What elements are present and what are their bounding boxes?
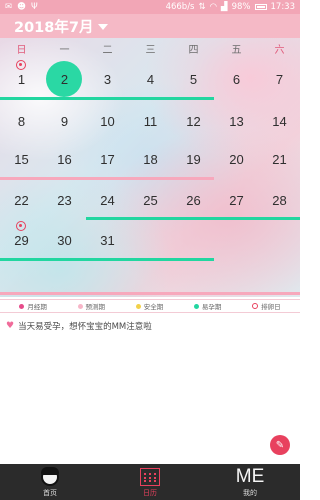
calendar-day[interactable]: 22: [0, 193, 43, 208]
calendar-day[interactable]: 2: [43, 72, 86, 87]
ovulation-day-icon: [16, 221, 26, 231]
message-icon: ✉: [5, 2, 13, 12]
network-speed: 466b/s: [165, 2, 195, 12]
calendar-header: 2018年7月: [0, 14, 300, 38]
fertile-period-bar: [86, 217, 300, 220]
edit-record-button[interactable]: ✎: [270, 435, 290, 455]
ovulation-ring-icon: [252, 303, 259, 309]
fertile-period-bar: [0, 258, 214, 261]
calendar-day[interactable]: 21: [258, 152, 301, 167]
calendar-day[interactable]: 19: [172, 152, 215, 167]
cat-icon: ☻: [17, 2, 26, 12]
weekday-label: 五: [231, 45, 242, 56]
legend-dot-icon: [135, 303, 141, 309]
calendar-day[interactable]: 30: [43, 233, 86, 248]
tab-home[interactable]: 首页: [0, 464, 100, 500]
calendar-grid: 日一二三四五六 1 2 3 4 5 6 7 8 9 10 11 12 13 14 15 16 17 18 19 20 2…: [0, 38, 300, 297]
weekday-label: 四: [188, 45, 199, 56]
usb-icon: Ψ: [31, 2, 38, 12]
calendar-day[interactable]: 14: [258, 114, 301, 129]
legend-item: 预测期: [77, 301, 106, 311]
calendar-day[interactable]: 5: [172, 72, 215, 87]
month-selector[interactable]: 2018年7月: [14, 16, 93, 37]
weekday-label: 二: [102, 45, 113, 56]
weekday-label: 日: [16, 45, 27, 56]
legend-dot-icon: [77, 303, 83, 309]
calendar-day[interactable]: 18: [129, 152, 172, 167]
legend-label: 易孕期: [201, 303, 222, 311]
calendar-day[interactable]: 31: [86, 233, 129, 248]
status-indicators: 466b/s ⇅ ◠ ▟ 98% 17:33: [166, 2, 295, 12]
calendar-day[interactable]: 12: [172, 114, 215, 129]
calendar-day[interactable]: 7: [258, 72, 301, 87]
tab-calendar[interactable]: 日历: [100, 464, 200, 500]
calendar-day[interactable]: 3: [86, 72, 129, 87]
calendar-day[interactable]: 29: [0, 233, 43, 248]
status-bar: ✉ ☻ Ψ 466b/s ⇅ ◠ ▟ 98% 17:33: [0, 0, 300, 14]
calendar-day[interactable]: 6: [215, 72, 258, 87]
calendar-day[interactable]: 27: [215, 193, 258, 208]
calendar-day[interactable]: 11: [129, 114, 172, 129]
heart-icon: ♥: [6, 321, 15, 331]
calendar-day[interactable]: 24: [86, 193, 129, 208]
face-icon: [41, 467, 59, 486]
signal-icon: ▟: [221, 2, 228, 12]
legend-item: 易孕期: [193, 301, 222, 311]
fertility-tip: ♥ 当天易受孕，想怀宝宝的MM注意啦: [6, 320, 152, 332]
status-notifications: ✉ ☻ Ψ: [5, 2, 38, 12]
legend-dot-icon: [193, 303, 199, 309]
legend-item: 月经期: [19, 301, 47, 311]
calendar-icon: [140, 468, 160, 486]
predicted-period-bar: [0, 292, 300, 295]
clock-time: 17:33: [270, 2, 296, 12]
tab-calendar-label: 日历: [143, 489, 157, 497]
calendar-day[interactable]: 8: [0, 114, 43, 129]
legend-label: 排卵日: [261, 303, 281, 311]
wifi-icon: ◠: [209, 2, 218, 12]
legend-label: 月经期: [27, 303, 47, 311]
tab-me-label: 我的: [243, 489, 257, 497]
ovulation-day-icon: [16, 60, 26, 70]
legend-item: 安全期: [135, 301, 164, 311]
pencil-icon: ✎: [275, 439, 285, 451]
calendar-day[interactable]: 1: [0, 72, 43, 87]
calendar-day[interactable]: 25: [129, 193, 172, 208]
calendar-day[interactable]: 26: [172, 193, 215, 208]
calendar-day[interactable]: 23: [43, 193, 86, 208]
weekday-label: 一: [59, 45, 70, 56]
calendar-day[interactable]: 9: [43, 114, 86, 129]
legend-dot-icon: [19, 303, 25, 309]
battery-percent: 98%: [231, 2, 251, 12]
calendar-day[interactable]: 10: [86, 114, 129, 129]
tip-text: 当天易受孕，想怀宝宝的MM注意啦: [18, 322, 152, 332]
legend-item: 排卵日: [252, 301, 281, 311]
weekday-row: 日一二三四五六: [0, 38, 300, 58]
tab-me[interactable]: ME 我的: [200, 464, 300, 500]
calendar-day[interactable]: 15: [0, 152, 43, 167]
predicted-period-bar: [0, 177, 214, 180]
weekday-label: 三: [145, 45, 156, 56]
weekday-label: 六: [274, 45, 285, 56]
calendar-day[interactable]: 17: [86, 152, 129, 167]
legend-label: 安全期: [143, 303, 164, 311]
battery-icon: [254, 4, 267, 10]
tab-home-label: 首页: [43, 489, 57, 497]
calendar-day[interactable]: 4: [129, 72, 172, 87]
fertile-period-bar: [0, 97, 214, 100]
data-transfer-icon: ⇅: [198, 2, 206, 12]
calendar-day[interactable]: 16: [43, 152, 86, 167]
calendar-day[interactable]: 28: [258, 193, 301, 208]
chevron-down-icon[interactable]: [98, 24, 109, 30]
calendar-day[interactable]: 13: [215, 114, 258, 129]
bottom-tab-bar: 首页 日历 ME 我的: [0, 464, 300, 500]
legend-label: 预测期: [85, 303, 106, 311]
me-icon: ME: [235, 466, 265, 487]
legend: 月经期 预测期 安全期 易孕期 排卵日: [0, 299, 300, 313]
calendar-day[interactable]: 20: [215, 152, 258, 167]
